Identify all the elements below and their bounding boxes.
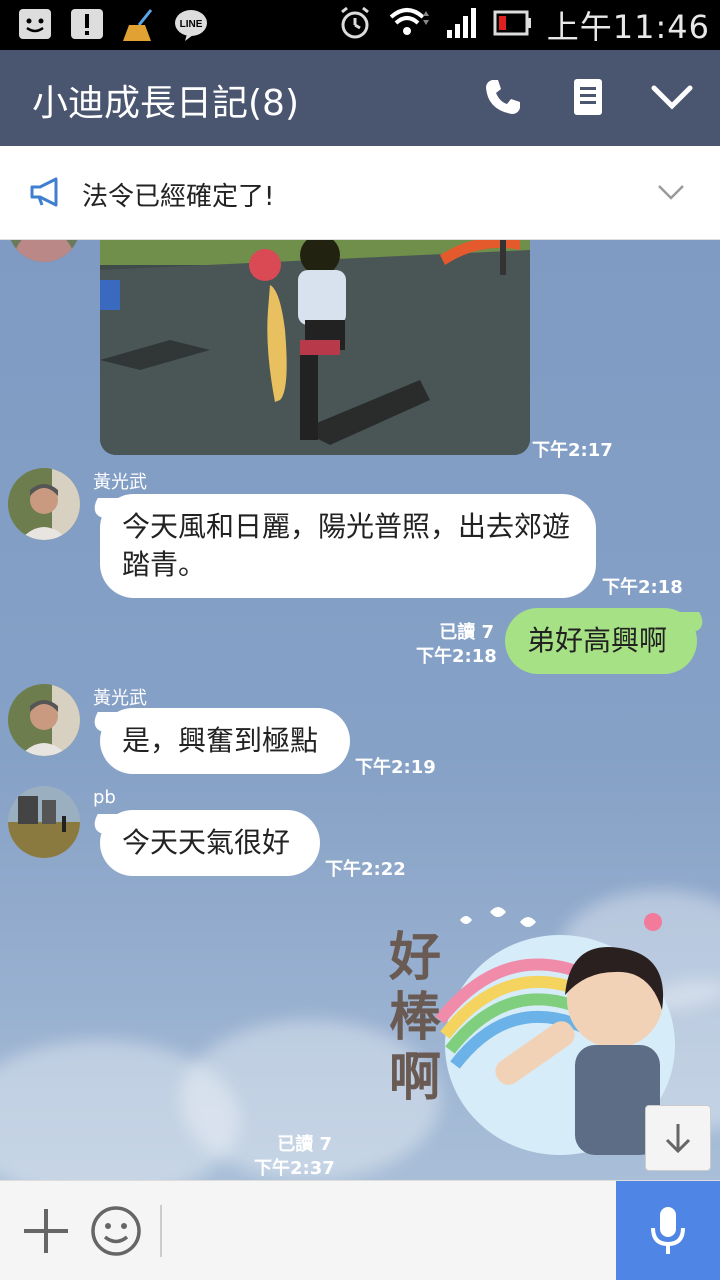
announcement-text: 法令已經確定了!: [82, 182, 275, 212]
read-receipt: 已讀 7: [277, 1134, 332, 1155]
face-notification-icon: [16, 6, 54, 44]
svg-text:LINE: LINE: [180, 19, 203, 30]
message-input[interactable]: [170, 1191, 610, 1271]
read-receipt: 已讀 7: [439, 622, 494, 643]
divider: [160, 1205, 162, 1257]
add-attachment-button[interactable]: [14, 1199, 78, 1263]
message-time: 下午2:17: [532, 440, 613, 461]
my-message-bubble[interactable]: 弟好高興啊: [505, 608, 697, 674]
signal-icon: [445, 6, 479, 44]
message-time: 下午2:18: [416, 646, 497, 667]
phone-icon: [486, 80, 520, 114]
emoji-button[interactable]: [84, 1199, 148, 1263]
clock-time: 上午11:46: [546, 8, 710, 46]
alarm-icon: [337, 5, 373, 45]
call-button[interactable]: [478, 72, 528, 122]
scroll-to-bottom-button[interactable]: [645, 1105, 711, 1171]
message-time: 下午2:18: [602, 577, 683, 598]
wifi-icon: [387, 5, 431, 45]
arrow-down-icon: [665, 1124, 691, 1154]
sticker-char-1: 好: [388, 928, 441, 988]
megaphone-icon: [28, 176, 64, 212]
sender-name: pb: [93, 787, 116, 808]
sender-name: 黃光武: [93, 688, 147, 709]
alert-notification-icon: [68, 6, 106, 44]
chevron-down-icon: [658, 185, 684, 200]
avatar[interactable]: [8, 240, 80, 262]
broom-icon: [120, 6, 158, 44]
chat-area[interactable]: 下午2:17 黃光武 今天風和日麗，陽光普照，出去郊遊踏青。 下午2:18 已讀…: [0, 240, 720, 1180]
expand-announcement-button[interactable]: [656, 182, 686, 206]
chevron-down-icon: [651, 85, 693, 110]
plus-icon: [24, 1209, 68, 1253]
message-bubble[interactable]: 今天風和日麗，陽光普照，出去郊遊踏青。: [100, 494, 596, 598]
notes-button[interactable]: [563, 72, 613, 122]
menu-toggle-button[interactable]: [647, 72, 697, 122]
message-bubble[interactable]: 是，興奮到極點: [100, 708, 350, 774]
chat-title[interactable]: 小迪成長日記(8): [32, 74, 299, 126]
battery-low-icon: [493, 8, 533, 42]
sticker-image: 好 棒 啊: [388, 907, 675, 1155]
announcement-bar[interactable]: 法令已經確定了!: [0, 146, 720, 240]
line-app-icon: LINE: [172, 6, 210, 44]
message-bubble[interactable]: 今天天氣很好: [100, 810, 320, 876]
avatar[interactable]: [8, 684, 80, 756]
message-time: 下午2:22: [325, 859, 406, 880]
sender-name: 黃光武: [93, 472, 147, 493]
chat-header: 小迪成長日記(8): [0, 50, 720, 146]
message-time: 下午2:37: [254, 1158, 335, 1179]
sticker-char-2: 棒: [389, 988, 442, 1048]
message-time: 下午2:19: [355, 757, 436, 778]
avatar[interactable]: [8, 468, 80, 540]
avatar[interactable]: [8, 786, 80, 858]
sticker-message[interactable]: 好 棒 啊: [370, 900, 680, 1170]
message-input-bar: [0, 1180, 720, 1280]
microphone-icon: [651, 1207, 685, 1254]
note-icon: [574, 79, 602, 115]
emoji-icon: [91, 1206, 141, 1256]
sticker-char-3: 啊: [389, 1048, 441, 1108]
status-bar: LINE 上午11:46: [0, 0, 720, 50]
voice-message-button[interactable]: [616, 1181, 720, 1280]
image-message[interactable]: [100, 240, 530, 455]
